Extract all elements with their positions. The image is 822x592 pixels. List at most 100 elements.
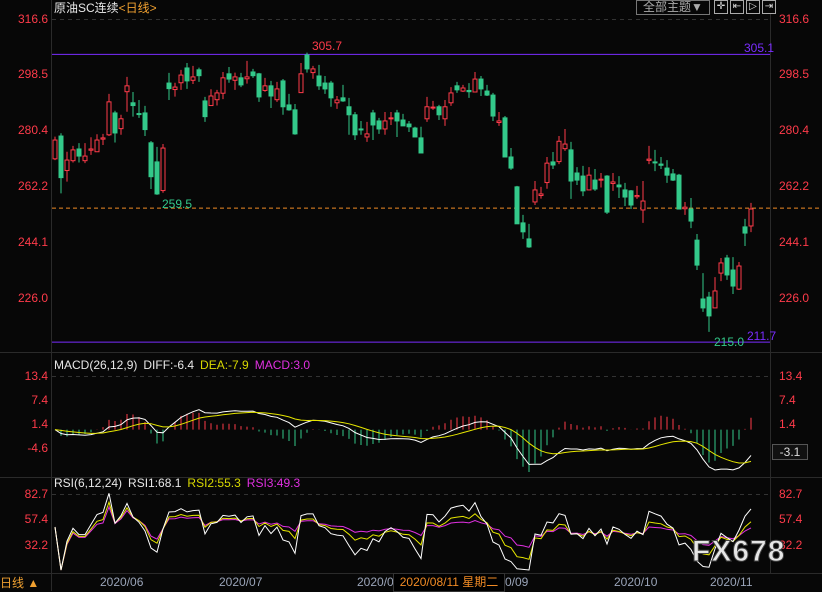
- candle-down: [376, 117, 382, 134]
- candle-body: [598, 178, 604, 181]
- candle-body: [364, 133, 370, 138]
- timeframe-toggle[interactable]: 日线 ▲: [0, 576, 39, 590]
- price-tick-left: 262.2: [17, 179, 48, 193]
- candle-down: [418, 126, 424, 154]
- candle-body: [118, 118, 124, 130]
- candle-down: [454, 81, 460, 93]
- candle-body: [676, 174, 682, 210]
- low-price-marker-left: 259.5: [162, 197, 193, 211]
- candle-down: [304, 52, 310, 73]
- candle-body: [220, 77, 226, 94]
- candle-body: [214, 92, 220, 101]
- candle-body: [106, 101, 112, 136]
- price-tick-right: 316.6: [779, 12, 810, 26]
- candle-body: [616, 184, 622, 188]
- rsi-legend: RSI(6,12,24) RSI1:68.1 RSI2:55.3 RSI3:49.3: [54, 476, 306, 490]
- price-tick-left: 280.4: [17, 123, 48, 137]
- candle-body: [418, 137, 424, 154]
- ref-high-label: 305.1: [744, 41, 775, 55]
- candle-body: [508, 156, 514, 169]
- candle-down: [742, 218, 748, 246]
- candle-body: [88, 148, 94, 151]
- candle-body: [292, 109, 298, 135]
- candle-up: [388, 112, 394, 125]
- candle-body: [682, 206, 688, 210]
- price-tick-right: 244.1: [779, 235, 810, 249]
- play-forward-icon[interactable]: ▷: [746, 0, 760, 14]
- fit-range-icon[interactable]: ⇤: [730, 0, 744, 14]
- rsi1-value: RSI1:68.1: [128, 476, 182, 490]
- candle-body: [586, 174, 592, 191]
- scroll-end-icon[interactable]: ⇥: [762, 0, 776, 14]
- candle-body: [412, 127, 418, 138]
- macd-dea-value: DEA:-7.9: [200, 358, 249, 372]
- macd-legend: MACD(26,12,9) DIFF:-6.4 DEA:-7.9 MACD:3.0: [54, 358, 316, 372]
- grid-lines: [52, 19, 770, 495]
- candle-down: [286, 93, 292, 111]
- candle-up: [556, 136, 562, 165]
- candle-body: [328, 82, 334, 99]
- candle-down: [352, 112, 358, 141]
- candle-body: [316, 75, 322, 87]
- price-tick-right: 298.5: [779, 67, 810, 81]
- candle-body: [724, 257, 730, 276]
- candle-up: [442, 100, 448, 126]
- candle-body: [706, 296, 712, 317]
- candle-body: [208, 95, 214, 107]
- candle-body: [700, 298, 706, 309]
- candle-body: [58, 135, 64, 179]
- candle-up: [88, 137, 94, 155]
- candle-body: [556, 140, 562, 163]
- candle-down: [322, 75, 328, 94]
- candle-body: [346, 106, 352, 116]
- candle-up: [178, 69, 184, 90]
- candle-body: [310, 68, 316, 74]
- candle-down: [184, 63, 190, 89]
- rsi-tick-left: 57.4: [24, 512, 48, 526]
- candle-body: [454, 85, 460, 91]
- candle-up: [544, 156, 550, 189]
- candle-body: [400, 119, 406, 127]
- candle-up: [64, 151, 70, 182]
- candle-body: [520, 222, 526, 233]
- candle-down: [628, 189, 634, 210]
- macd-tick-left: 7.4: [31, 393, 48, 407]
- candle-body: [178, 74, 184, 84]
- macd-diff-line: [54, 409, 752, 471]
- candlestick-series: [52, 52, 754, 332]
- crosshair-icon[interactable]: ✛: [714, 0, 728, 14]
- candle-down: [328, 80, 334, 107]
- candle-up: [460, 84, 466, 92]
- candle-body: [256, 73, 262, 98]
- candle-body: [472, 78, 478, 93]
- candle-up: [118, 114, 124, 135]
- candle-body: [166, 82, 172, 90]
- candle-body: [544, 162, 550, 184]
- price-tick-left: 316.6: [17, 12, 48, 26]
- candle-body: [664, 167, 670, 176]
- candle-body: [148, 142, 154, 178]
- macd-tick-right: 13.4: [779, 369, 803, 383]
- price-tick-left: 298.5: [17, 67, 48, 81]
- candle-body: [442, 106, 448, 120]
- candle-body: [670, 173, 676, 181]
- candle-down: [154, 146, 160, 195]
- candle-body: [658, 163, 664, 166]
- candle-down: [370, 109, 376, 141]
- chart-canvas[interactable]: [0, 0, 822, 591]
- candle-down: [616, 176, 622, 198]
- candle-down: [406, 120, 412, 133]
- candle-up: [538, 186, 544, 199]
- candle-body: [424, 106, 430, 120]
- macd-dea-line: [54, 411, 752, 464]
- candle-up: [712, 277, 718, 309]
- candle-down: [292, 104, 298, 135]
- candle-body: [496, 120, 502, 123]
- candle-body: [478, 78, 484, 90]
- theme-dropdown-button[interactable]: 全部主题▼: [636, 0, 710, 15]
- candle-body: [286, 104, 292, 111]
- candle-up: [586, 167, 592, 191]
- macd-diff-value: DIFF:-6.4: [143, 358, 195, 372]
- candle-body: [436, 106, 442, 116]
- candle-up: [748, 202, 754, 233]
